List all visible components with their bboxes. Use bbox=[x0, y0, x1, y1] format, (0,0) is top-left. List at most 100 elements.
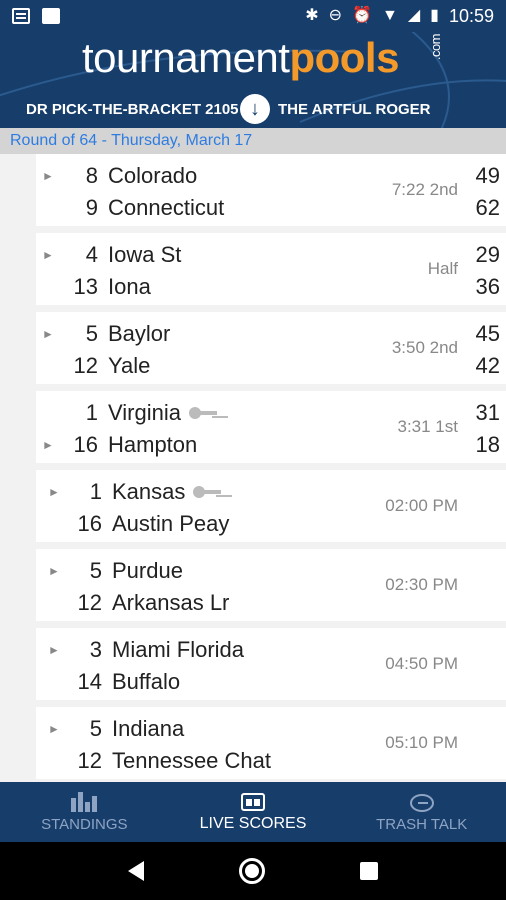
game-card[interactable]: ► 5 Baylor 45 12 Yale 42 3:50 2nd bbox=[36, 312, 506, 384]
team-score: 36 bbox=[475, 274, 500, 299]
team-seed: 5 bbox=[89, 716, 102, 741]
round-label: Round of 64 - Thursday, March 17 bbox=[0, 128, 506, 154]
home-icon[interactable] bbox=[238, 858, 265, 884]
team-seed: 1 bbox=[89, 479, 102, 504]
game-card[interactable]: ► 4 Iowa St 29 13 Iona 36 Half bbox=[36, 233, 506, 305]
team-name: Connecticut bbox=[108, 195, 225, 220]
do-not-disturb-icon: ⊖ bbox=[328, 7, 343, 24]
team-score: 18 bbox=[475, 432, 500, 457]
expand-arrow-icon[interactable]: ► bbox=[48, 564, 60, 578]
recent-apps-icon[interactable] bbox=[360, 862, 379, 880]
team-name: Yale bbox=[108, 353, 151, 378]
logo-text-tournament: tournament bbox=[82, 34, 290, 81]
status-bar: ✱ ⊖ ⏰ ▼ ◢ ▮ 10:59 bbox=[0, 0, 506, 32]
game-status: 3:50 2nd bbox=[391, 338, 458, 357]
team-score: 62 bbox=[475, 195, 500, 220]
game-card[interactable]: ► 5 Purdue 12 Arkansas Lr 02:30 PM bbox=[36, 549, 506, 621]
team-seed: 16 bbox=[77, 511, 102, 536]
app-header: tournamentpools .com DR PICK-THE-BRACKET… bbox=[0, 32, 506, 128]
game-status: 04:50 PM bbox=[385, 654, 458, 673]
tab-trash-talk[interactable]: TRASH TALK bbox=[337, 782, 506, 842]
bar-chart-icon bbox=[70, 791, 98, 812]
game-status: 02:30 PM bbox=[385, 575, 458, 594]
tab-label: STANDINGS bbox=[41, 815, 128, 833]
team-name: Kansas bbox=[112, 479, 222, 505]
team-name: Colorado bbox=[108, 163, 198, 188]
team-score: 45 bbox=[475, 321, 500, 346]
team-name: Hampton bbox=[108, 432, 198, 457]
message-notification-icon bbox=[12, 8, 30, 24]
team-seed: 5 bbox=[89, 558, 102, 583]
logo-suffix: .com bbox=[428, 34, 443, 61]
team-seed: 12 bbox=[77, 748, 102, 773]
back-icon[interactable] bbox=[127, 861, 144, 881]
bottom-tab-bar: STANDINGS LIVE SCORES TRASH TALK bbox=[0, 782, 506, 842]
game-status: Half bbox=[427, 259, 458, 278]
game-card[interactable]: 1 Virginia 31 ► 16 Hampton 18 3:31 1st bbox=[36, 391, 506, 463]
key-icon bbox=[193, 486, 222, 500]
game-card[interactable]: ► 5 Indiana 12 Tennessee Chat 05:10 PM bbox=[36, 707, 506, 779]
game-status: 02:00 PM bbox=[385, 496, 458, 515]
team-seed: 4 bbox=[85, 242, 98, 267]
team-name: Austin Peay bbox=[112, 511, 230, 536]
status-time: 10:59 bbox=[448, 5, 494, 26]
tab-live-scores[interactable]: LIVE SCORES bbox=[169, 782, 338, 842]
team-name: Buffalo bbox=[112, 669, 181, 694]
tab-label: TRASH TALK bbox=[376, 815, 468, 833]
team-name: Purdue bbox=[112, 558, 183, 583]
left-entry-name[interactable]: DR PICK-THE-BRACKET 2105 bbox=[26, 101, 239, 118]
team-name: Virginia bbox=[108, 400, 217, 426]
game-status: 3:31 1st bbox=[397, 417, 459, 436]
game-status: 05:10 PM bbox=[385, 733, 458, 752]
expand-arrow-icon[interactable]: ► bbox=[42, 327, 54, 341]
team-name: Indiana bbox=[112, 716, 185, 741]
team-name: Tennessee Chat bbox=[112, 748, 271, 773]
right-entry-name[interactable]: THE ARTFUL ROGER bbox=[278, 101, 431, 118]
game-status: 7:22 2nd bbox=[391, 180, 458, 199]
team-seed: 13 bbox=[73, 274, 98, 299]
tab-label: LIVE SCORES bbox=[199, 815, 307, 832]
team-seed: 3 bbox=[89, 637, 102, 662]
expand-arrow-icon[interactable]: ► bbox=[48, 643, 60, 657]
team-score: 29 bbox=[475, 242, 500, 267]
expand-arrow-icon[interactable]: ► bbox=[48, 485, 60, 499]
game-card[interactable]: ► 3 Miami Florida 14 Buffalo 04:50 PM bbox=[36, 628, 506, 700]
team-seed: 9 bbox=[85, 195, 98, 220]
tab-standings[interactable]: STANDINGS bbox=[0, 782, 169, 842]
team-seed: 12 bbox=[77, 590, 102, 615]
app-logo: tournamentpools .com bbox=[82, 34, 443, 82]
team-name: Arkansas Lr bbox=[112, 590, 230, 615]
game-list[interactable]: ► 8 Colorado 49 9 Connecticut 62 7:22 2nd ► 4 Iowa… bbox=[0, 154, 506, 782]
team-seed: 8 bbox=[85, 163, 98, 188]
swap-entries-button[interactable]: ↓ bbox=[240, 94, 270, 124]
team-seed: 5 bbox=[85, 321, 98, 346]
team-name: Baylor bbox=[108, 321, 171, 346]
battery-icon: ▮ bbox=[430, 7, 439, 24]
team-name: Miami Florida bbox=[112, 637, 245, 662]
team-seed: 16 bbox=[73, 432, 98, 457]
team-score: 42 bbox=[475, 353, 500, 378]
team-name: Iowa St bbox=[108, 242, 182, 267]
expand-arrow-icon[interactable]: ► bbox=[42, 169, 54, 183]
team-seed: 1 bbox=[85, 400, 98, 425]
alarm-icon: ⏰ bbox=[352, 7, 372, 24]
team-score: 31 bbox=[475, 400, 500, 425]
android-nav-bar bbox=[0, 842, 506, 900]
game-card[interactable]: ► 1 Kansas 16 Austin Peay 02:00 PM bbox=[36, 470, 506, 542]
wifi-icon: ▼ bbox=[381, 7, 398, 24]
chat-bubble-icon bbox=[409, 792, 434, 812]
game-card[interactable]: ► 8 Colorado 49 9 Connecticut 62 7:22 2nd bbox=[36, 154, 506, 226]
signal-icon: ◢ bbox=[407, 7, 421, 24]
team-score: 49 bbox=[475, 163, 500, 188]
team-seed: 14 bbox=[77, 669, 102, 694]
team-name: Iona bbox=[108, 274, 151, 299]
expand-arrow-icon[interactable]: ► bbox=[48, 722, 60, 736]
expand-arrow-icon[interactable]: ► bbox=[42, 248, 54, 262]
bluetooth-icon: ✱ bbox=[305, 7, 319, 24]
team-seed: 12 bbox=[73, 353, 98, 378]
entry-matchup: DR PICK-THE-BRACKET 2105 ↓ THE ARTFUL RO… bbox=[0, 94, 506, 124]
expand-arrow-icon[interactable]: ► bbox=[42, 438, 54, 452]
logo-text-pools: pools bbox=[289, 34, 399, 81]
image-notification-icon bbox=[42, 8, 60, 24]
key-icon bbox=[188, 407, 217, 421]
